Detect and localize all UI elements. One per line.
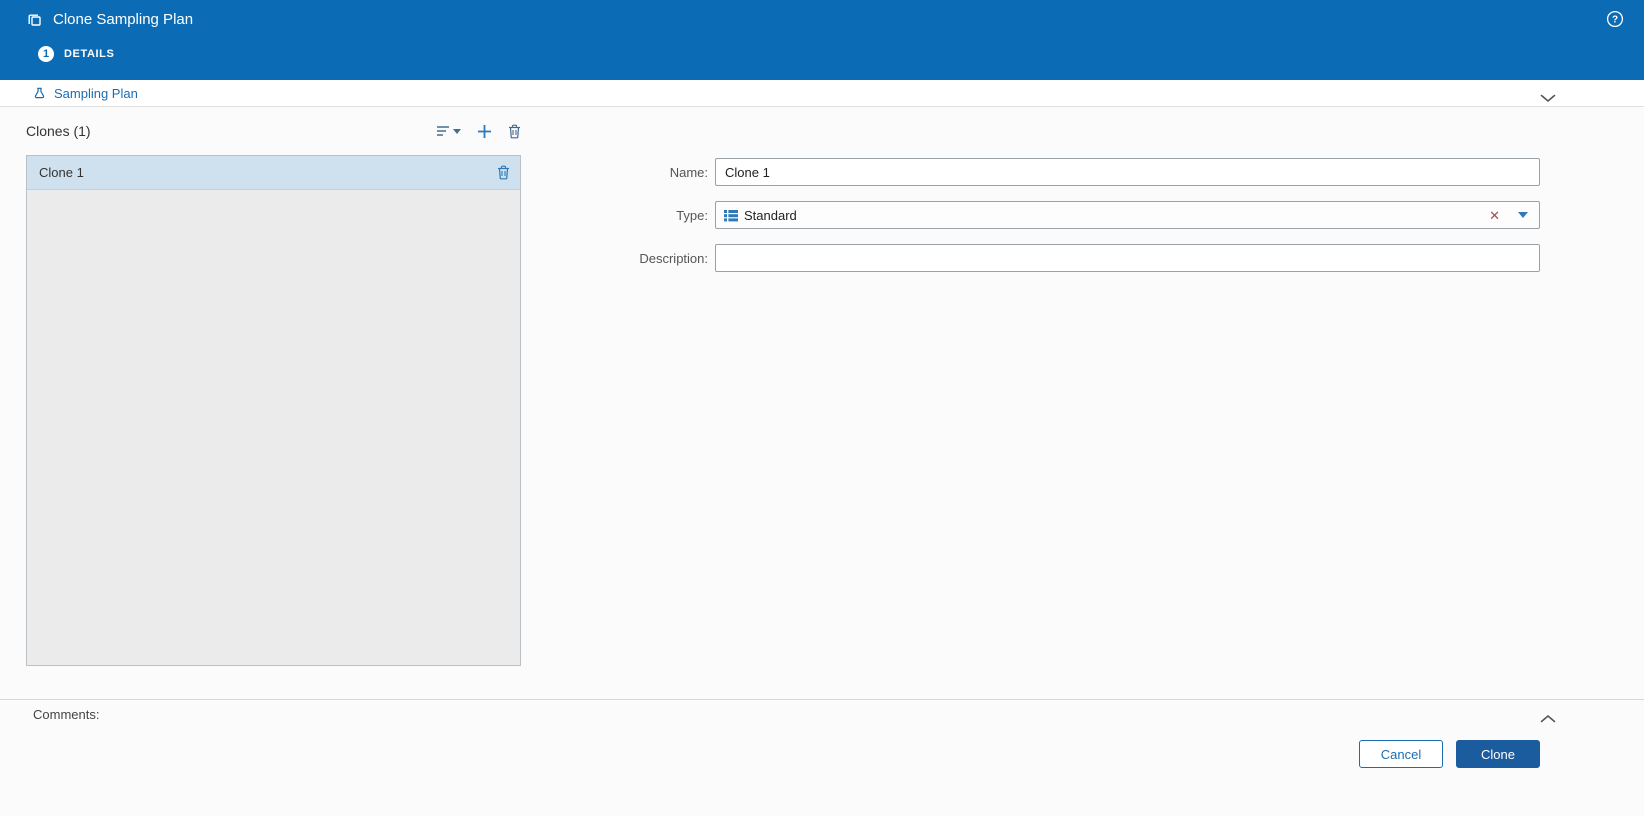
- type-dropdown[interactable]: Standard ✕: [715, 201, 1540, 229]
- clear-type-icon[interactable]: ✕: [1489, 209, 1500, 222]
- type-selected-value: Standard: [744, 207, 797, 223]
- clone-copy-icon: [26, 11, 43, 28]
- description-input[interactable]: [715, 244, 1540, 272]
- comments-label: Comments:: [33, 707, 100, 722]
- clones-panel-header: Clones (1): [26, 123, 521, 139]
- comments-section: Comments:: [0, 699, 1644, 729]
- clone-sampling-plan-dialog: Clone Sampling Plan ? 1 DETAILS Sampling…: [0, 0, 1644, 816]
- clone-button[interactable]: Clone: [1456, 740, 1540, 768]
- type-row: Type: Standard ✕: [0, 201, 1540, 229]
- header-title-row: Clone Sampling Plan ?: [0, 0, 1644, 38]
- dialog-header: Clone Sampling Plan ? 1 DETAILS: [0, 0, 1644, 80]
- wizard-steps: 1 DETAILS: [0, 40, 1644, 68]
- dialog-title: Clone Sampling Plan: [53, 10, 194, 28]
- type-label: Type:: [676, 207, 708, 223]
- clones-panel-title: Clones (1): [26, 123, 91, 139]
- chevron-down-icon[interactable]: [1540, 90, 1556, 108]
- name-label: Name:: [669, 164, 708, 180]
- sampling-plan-bar: Sampling Plan: [0, 80, 1644, 107]
- filter-icon[interactable]: [436, 125, 461, 137]
- clones-toolbar: [436, 124, 521, 139]
- chevron-up-icon[interactable]: [1540, 711, 1556, 726]
- dropdown-arrow-icon[interactable]: [1518, 212, 1528, 218]
- cancel-button[interactable]: Cancel: [1359, 740, 1443, 768]
- delete-clone-icon[interactable]: [508, 124, 521, 139]
- clone-details-form: Name: Type:: [0, 158, 1540, 287]
- sampling-plan-icon: [33, 86, 46, 100]
- type-list-icon: [724, 209, 738, 222]
- description-row: Description:: [0, 244, 1540, 272]
- add-clone-icon[interactable]: [477, 124, 492, 139]
- step-label-details[interactable]: DETAILS: [64, 48, 114, 60]
- dialog-footer: Cancel Clone: [1359, 740, 1540, 768]
- svg-text:?: ?: [1612, 15, 1618, 26]
- name-row: Name:: [0, 158, 1540, 186]
- name-input[interactable]: [715, 158, 1540, 186]
- description-label: Description:: [639, 250, 708, 266]
- step-number-badge: 1: [38, 46, 54, 62]
- help-icon[interactable]: ?: [1606, 10, 1624, 28]
- sampling-plan-link[interactable]: Sampling Plan: [54, 86, 138, 101]
